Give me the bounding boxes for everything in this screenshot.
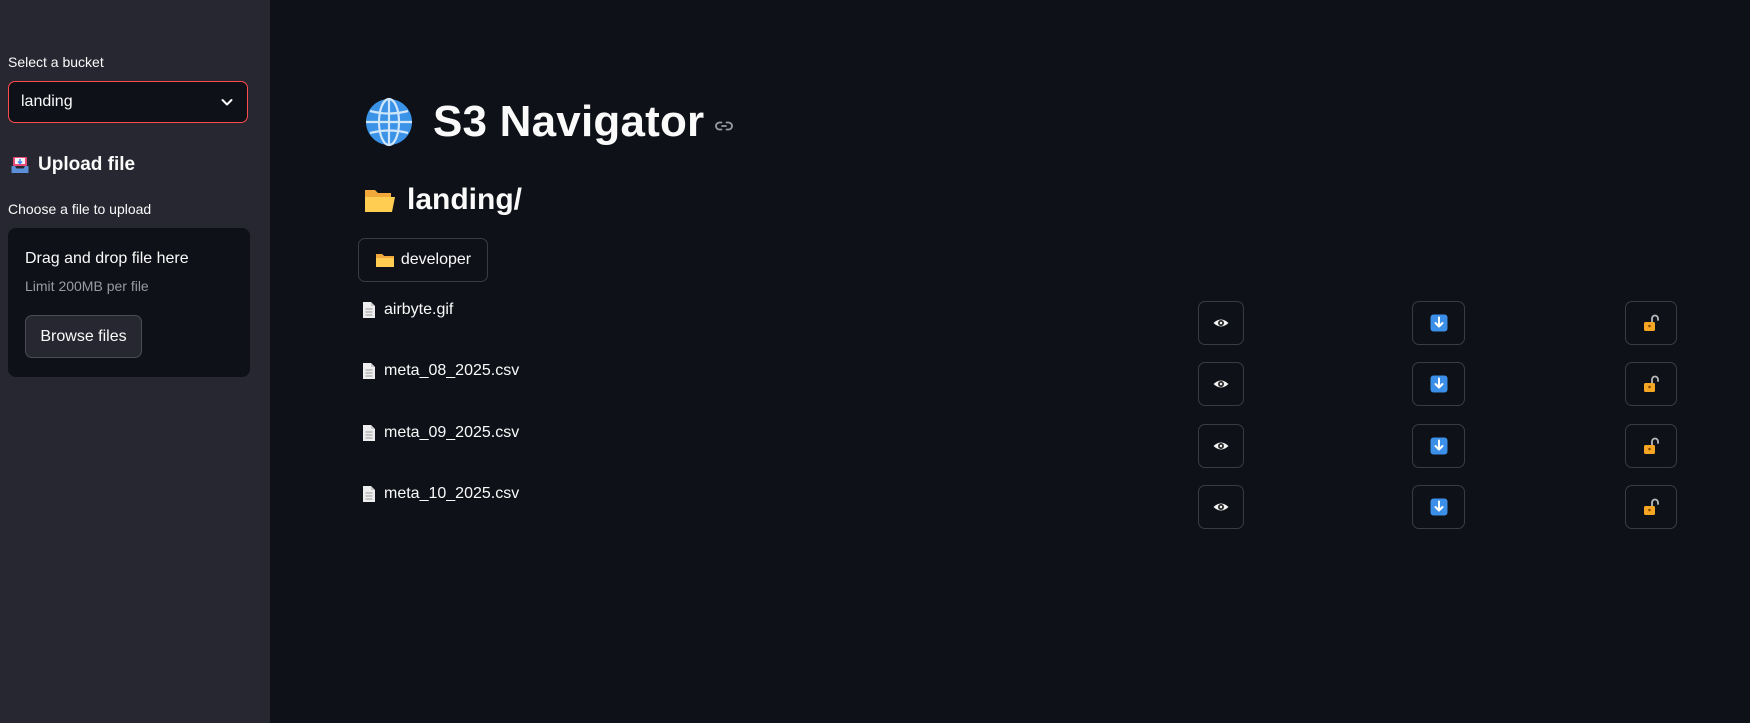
share-file-button[interactable] <box>1625 485 1677 529</box>
download-arrow-icon <box>1430 375 1447 393</box>
file-name[interactable]: meta_09_2025.csv <box>362 424 519 442</box>
app-root: Select a bucket landing Upload file Choo… <box>0 0 1750 723</box>
open-folder-icon <box>365 190 395 212</box>
unlock-icon <box>1644 314 1659 331</box>
file-row: meta_09_2025.csv <box>0 424 1750 470</box>
download-file-button[interactable] <box>1412 485 1465 529</box>
view-file-button[interactable] <box>1198 301 1244 345</box>
dropzone-title: Drag and drop file here <box>25 250 189 267</box>
download-file-button[interactable] <box>1412 362 1465 406</box>
file-name-text: meta_10_2025.csv <box>384 485 520 502</box>
choose-file-label: Choose a file to upload <box>8 201 152 217</box>
eye-icon <box>1213 380 1229 388</box>
download-file-button[interactable] <box>1412 301 1465 345</box>
view-file-button[interactable] <box>1198 424 1244 468</box>
page-title: S3 Navigator <box>363 96 734 148</box>
folder-button-developer[interactable]: developer <box>358 238 488 282</box>
upload-heading-text: Upload file <box>38 154 136 175</box>
eye-icon <box>1213 442 1229 450</box>
file-name-text: airbyte.gif <box>384 301 454 318</box>
download-arrow-icon <box>1430 498 1447 516</box>
bucket-select[interactable]: landing <box>8 81 248 123</box>
view-file-button[interactable] <box>1198 362 1244 406</box>
upload-file-heading: Upload file <box>10 154 135 176</box>
current-path-text: landing/ <box>407 183 522 216</box>
link-icon[interactable] <box>714 116 734 136</box>
unlock-icon <box>1644 375 1659 392</box>
bucket-select-value: landing <box>21 93 73 110</box>
globe-icon <box>366 97 412 147</box>
download-arrow-icon <box>1430 314 1447 332</box>
share-file-button[interactable] <box>1625 301 1677 345</box>
file-name[interactable]: airbyte.gif <box>362 301 453 319</box>
chevron-down-icon <box>221 99 233 106</box>
file-name[interactable]: meta_08_2025.csv <box>362 362 519 380</box>
bucket-select-label: Select a bucket <box>8 54 104 70</box>
file-name-text: meta_09_2025.csv <box>384 424 520 441</box>
unlock-icon <box>1644 437 1659 454</box>
download-file-button[interactable] <box>1412 424 1465 468</box>
eye-icon <box>1213 319 1229 327</box>
file-name-text: meta_08_2025.csv <box>384 362 520 379</box>
folder-icon <box>375 254 394 267</box>
document-icon <box>363 363 375 379</box>
share-file-button[interactable] <box>1625 424 1677 468</box>
eye-icon <box>1213 503 1229 511</box>
download-arrow-icon <box>1430 437 1447 455</box>
inbox-tray-icon <box>11 157 29 173</box>
file-row: airbyte.gif <box>0 301 1750 347</box>
unlock-icon <box>1644 498 1659 515</box>
file-name[interactable]: meta_10_2025.csv <box>362 485 519 503</box>
document-icon <box>363 425 375 441</box>
page-title-text: S3 Navigator <box>433 97 705 146</box>
view-file-button[interactable] <box>1198 485 1244 529</box>
dropzone-limit: Limit 200MB per file <box>25 278 149 294</box>
file-row: meta_10_2025.csv <box>0 485 1750 531</box>
folder-button-label: developer <box>400 251 472 268</box>
share-file-button[interactable] <box>1625 362 1677 406</box>
document-icon <box>363 302 375 318</box>
current-path-heading: landing/ <box>363 183 522 217</box>
file-row: meta_08_2025.csv <box>0 362 1750 408</box>
document-icon <box>363 486 375 502</box>
